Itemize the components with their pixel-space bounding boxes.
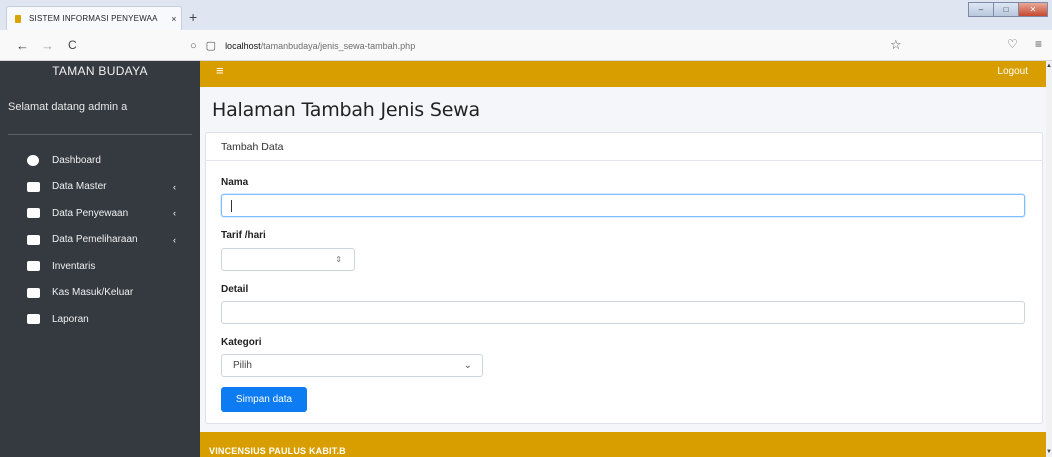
sidebar-item-label: Dashboard <box>52 154 101 166</box>
sidebar-item-label: Inventaris <box>52 260 96 272</box>
sidebar-item-label: Data Pemeliharaan <box>52 234 138 246</box>
text-caret <box>231 200 232 212</box>
minimize-button[interactable]: – <box>968 2 994 17</box>
folder-icon <box>27 181 40 192</box>
brand-title[interactable]: TAMAN BUDAYA <box>0 61 200 80</box>
window-controls: – □ ✕ <box>968 2 1048 17</box>
url-path: /tamanbudaya/jenis_sewa-tambah.php <box>260 40 416 51</box>
tab-title: SISTEM INFORMASI PENYEWAA <box>29 14 158 23</box>
url-bar[interactable]: ○ ▢ localhost /tamanbudaya/jenis_sewa-ta… <box>190 34 910 57</box>
simpan-data-button[interactable]: Simpan data <box>221 387 307 412</box>
logout-link[interactable]: Logout <box>997 66 1028 77</box>
sidebar-item-label: Data Penyewaan <box>52 207 129 219</box>
chevron-left-icon: ‹ <box>173 208 176 219</box>
scrollbar[interactable]: ▲ ▼ <box>1046 61 1052 457</box>
dashboard-icon <box>27 154 39 166</box>
folder-icon <box>27 314 40 325</box>
favicon-icon <box>15 14 21 23</box>
browser-menu-icon[interactable]: ≡ <box>1035 37 1042 51</box>
tab-close-icon[interactable]: × <box>167 14 181 24</box>
sidebar-item-data-penyewaan[interactable]: Data Penyewaan ‹ <box>0 200 200 227</box>
footer: VINCENSIUS PAULUS KABIT.B <box>200 432 1048 457</box>
sidebar-item-laporan[interactable]: Laporan <box>0 306 200 333</box>
page-icon: ▢ <box>205 40 217 52</box>
sidebar-item-label: Kas Masuk/Keluar <box>52 287 134 299</box>
sidebar-item-data-master[interactable]: Data Master ‹ <box>0 174 200 201</box>
back-button[interactable]: ← <box>16 38 29 53</box>
forward-button[interactable]: → <box>41 38 54 53</box>
footer-text: VINCENSIUS PAULUS KABIT.B <box>209 446 346 456</box>
pocket-icon[interactable]: ♡ <box>1007 37 1018 51</box>
kategori-selected: Pilih <box>233 360 252 371</box>
folder-icon <box>27 208 40 219</box>
sidebar-item-kas[interactable]: Kas Masuk/Keluar <box>0 280 200 307</box>
sidebar-item-label: Laporan <box>52 313 89 325</box>
browser-tab-bar: SISTEM INFORMASI PENYEWAA × + – □ ✕ <box>0 0 1052 30</box>
shield-icon: ○ <box>190 39 197 52</box>
folder-icon <box>27 287 40 298</box>
chevron-left-icon: ‹ <box>173 181 176 192</box>
tarif-label: Tarif /hari <box>221 230 266 241</box>
sidebar: TAMAN BUDAYA Selamat datang admin a Dash… <box>0 61 200 457</box>
hamburger-icon[interactable]: ≡ <box>216 63 224 78</box>
maximize-button[interactable]: □ <box>993 2 1019 17</box>
reload-button[interactable]: C <box>68 38 77 52</box>
welcome-text: Selamat datang admin a <box>8 80 192 135</box>
bookmark-star-icon[interactable]: ☆ <box>890 37 902 53</box>
url-host: localhost <box>225 40 261 51</box>
card-header: Tambah Data <box>206 133 1042 161</box>
tarif-input[interactable]: ⇕ <box>221 248 355 271</box>
folder-icon <box>27 261 40 272</box>
close-window-button[interactable]: ✕ <box>1018 2 1048 17</box>
kategori-select[interactable]: Pilih ⌄ <box>221 354 483 377</box>
chevron-down-icon: ⌄ <box>463 360 472 371</box>
browser-tab[interactable]: SISTEM INFORMASI PENYEWAA × <box>6 6 182 30</box>
kategori-label: Kategori <box>221 337 262 348</box>
spinner-icon[interactable]: ⇕ <box>335 255 342 264</box>
scroll-down-icon[interactable]: ▼ <box>1046 449 1052 455</box>
scroll-up-icon[interactable]: ▲ <box>1046 63 1052 69</box>
sidebar-item-data-pemeliharaan[interactable]: Data Pemeliharaan ‹ <box>0 227 200 254</box>
detail-input[interactable] <box>221 301 1025 324</box>
sidebar-menu: Dashboard Data Master ‹ Data Penyewaan ‹… <box>0 135 200 333</box>
browser-navbar: ← → C ○ ▢ localhost /tamanbudaya/jenis_s… <box>0 30 1052 61</box>
chevron-left-icon: ‹ <box>173 234 176 245</box>
sidebar-item-inventaris[interactable]: Inventaris <box>0 253 200 280</box>
top-navbar: ≡ Logout <box>200 61 1048 87</box>
page-title: Halaman Tambah Jenis Sewa <box>212 99 480 121</box>
sidebar-item-label: Data Master <box>52 181 107 193</box>
detail-label: Detail <box>221 284 249 295</box>
nama-input[interactable] <box>221 194 1025 217</box>
form-card: Tambah Data Nama Tarif /hari ⇕ Detail Ka… <box>205 132 1043 424</box>
sidebar-item-dashboard[interactable]: Dashboard <box>0 147 200 174</box>
folder-icon <box>27 234 40 245</box>
nama-label: Nama <box>221 177 249 188</box>
new-tab-button[interactable]: + <box>189 9 197 25</box>
main-content: Halaman Tambah Jenis Sewa Tambah Data Na… <box>200 87 1048 432</box>
